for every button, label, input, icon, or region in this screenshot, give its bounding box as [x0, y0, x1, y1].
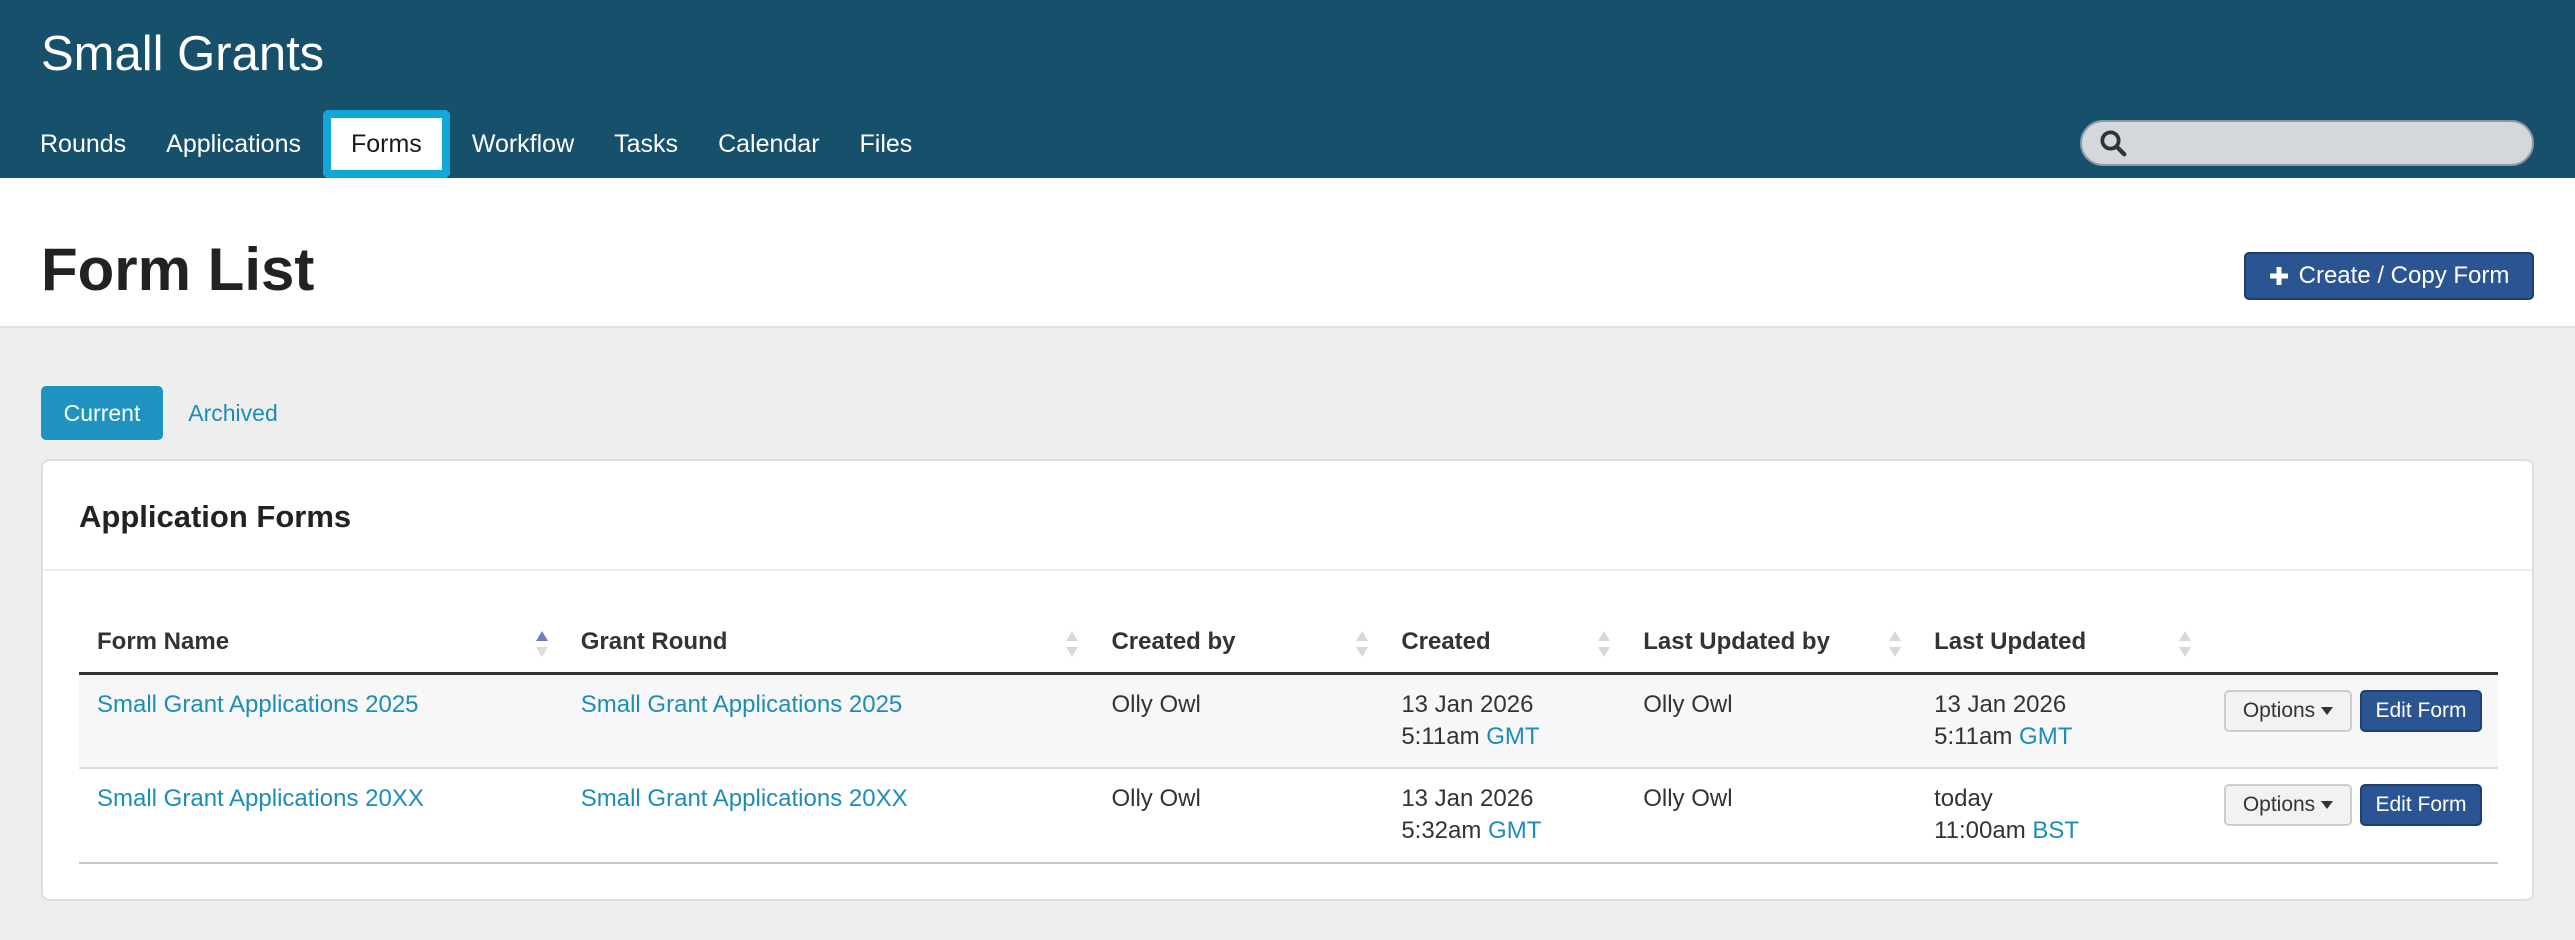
main-nav: Rounds Applications Forms Workflow Tasks… — [20, 110, 932, 178]
updated-by-cell: Olly Owl — [1625, 673, 1917, 769]
updated-by-cell: Olly Owl — [1625, 768, 1917, 864]
plus-icon — [2269, 267, 2288, 285]
search-input[interactable] — [2128, 122, 2532, 164]
edit-form-button[interactable]: Edit Form — [2360, 689, 2482, 732]
sort-icon — [1889, 631, 1902, 657]
created-time: 5:32am — [1401, 817, 1482, 844]
nav-item-rounds[interactable]: Rounds — [20, 110, 146, 178]
create-copy-form-label: Create / Copy Form — [2298, 262, 2510, 289]
search-box — [2080, 120, 2534, 166]
nav-item-applications[interactable]: Applications — [146, 110, 321, 178]
updated-date: today — [1934, 785, 1993, 812]
created-date: 13 Jan 2026 — [1401, 785, 1534, 812]
actions-cell: Options Edit Form — [2205, 768, 2498, 864]
column-header-created-by[interactable]: Created by — [1093, 613, 1384, 675]
sort-icon — [2178, 631, 2191, 657]
timezone-link[interactable]: GMT — [1488, 817, 1541, 844]
updated-cell: 13 Jan 2026 5:11am GMT — [1916, 673, 2206, 769]
application-forms-panel: Application Forms Form Name Grant Round — [41, 459, 2534, 901]
created-cell: 13 Jan 2026 5:32am GMT — [1383, 768, 1626, 864]
page-header: Form List Create / Copy Form — [0, 178, 2575, 328]
page-title: Form List — [41, 236, 315, 303]
forms-table: Form Name Grant Round Created by Created… — [79, 613, 2498, 864]
nav-item-calendar[interactable]: Calendar — [698, 110, 839, 178]
caret-down-icon — [2321, 706, 2334, 715]
created-by-cell: Olly Owl — [1093, 768, 1384, 864]
column-header-grant-round[interactable]: Grant Round — [562, 613, 1094, 675]
updated-cell: today 11:00am BST — [1916, 768, 2206, 864]
search-icon[interactable] — [2098, 128, 2128, 158]
updated-time: 11:00am — [1934, 817, 2026, 844]
options-dropdown-button[interactable]: Options — [2224, 784, 2352, 826]
timezone-link[interactable]: GMT — [1486, 723, 1539, 750]
app-title: Small Grants — [41, 27, 325, 81]
column-header-last-updated-by[interactable]: Last Updated by — [1625, 613, 1917, 675]
create-copy-form-button[interactable]: Create / Copy Form — [2244, 252, 2534, 300]
actions-cell: Options Edit Form — [2205, 673, 2498, 769]
timezone-link[interactable]: GMT — [2019, 723, 2072, 750]
panel-title: Application Forms — [79, 499, 352, 534]
updated-date: 13 Jan 2026 — [1934, 690, 2067, 718]
nav-item-tasks[interactable]: Tasks — [594, 110, 698, 178]
form-name-link[interactable]: Small Grant Applications 20XX — [97, 785, 424, 812]
edit-form-button[interactable]: Edit Form — [2360, 784, 2482, 826]
table-row: Small Grant Applications 20XX Small Gran… — [79, 768, 2498, 864]
column-header-created[interactable]: Created — [1383, 613, 1626, 675]
sort-icon — [1356, 631, 1369, 657]
grant-round-link[interactable]: Small Grant Applications 20XX — [581, 785, 908, 812]
caret-down-icon — [2321, 801, 2334, 809]
tab-archived[interactable]: Archived — [178, 386, 288, 440]
column-header-actions — [2205, 613, 2498, 675]
options-dropdown-button[interactable]: Options — [2224, 689, 2352, 732]
timezone-link[interactable]: BST — [2032, 817, 2079, 844]
nav-item-workflow[interactable]: Workflow — [452, 110, 594, 178]
created-cell: 13 Jan 2026 5:11am GMT — [1383, 673, 1626, 769]
top-header: Small Grants Rounds Applications Forms W… — [0, 0, 2575, 178]
created-date: 13 Jan 2026 — [1401, 690, 1534, 718]
updated-time: 5:11am — [1934, 722, 2013, 750]
form-name-link[interactable]: Small Grant Applications 2025 — [97, 691, 419, 718]
panel-divider — [43, 569, 2532, 571]
nav-item-forms[interactable]: Forms — [322, 110, 450, 178]
table-row: Small Grant Applications 2025 Small Gran… — [79, 673, 2498, 769]
sort-icon — [1598, 631, 1611, 657]
created-by-cell: Olly Owl — [1093, 673, 1384, 769]
created-time: 5:11am — [1401, 722, 1480, 750]
grant-round-link[interactable]: Small Grant Applications 2025 — [581, 691, 903, 718]
sort-ascending-icon — [535, 631, 548, 657]
sort-icon — [1066, 631, 1079, 657]
table-header-row: Form Name Grant Round Created by Created… — [79, 613, 2498, 675]
column-header-form-name[interactable]: Form Name — [79, 613, 563, 675]
nav-item-files[interactable]: Files — [840, 110, 933, 178]
tab-current[interactable]: Current — [41, 386, 163, 440]
column-header-last-updated[interactable]: Last Updated — [1916, 613, 2206, 675]
